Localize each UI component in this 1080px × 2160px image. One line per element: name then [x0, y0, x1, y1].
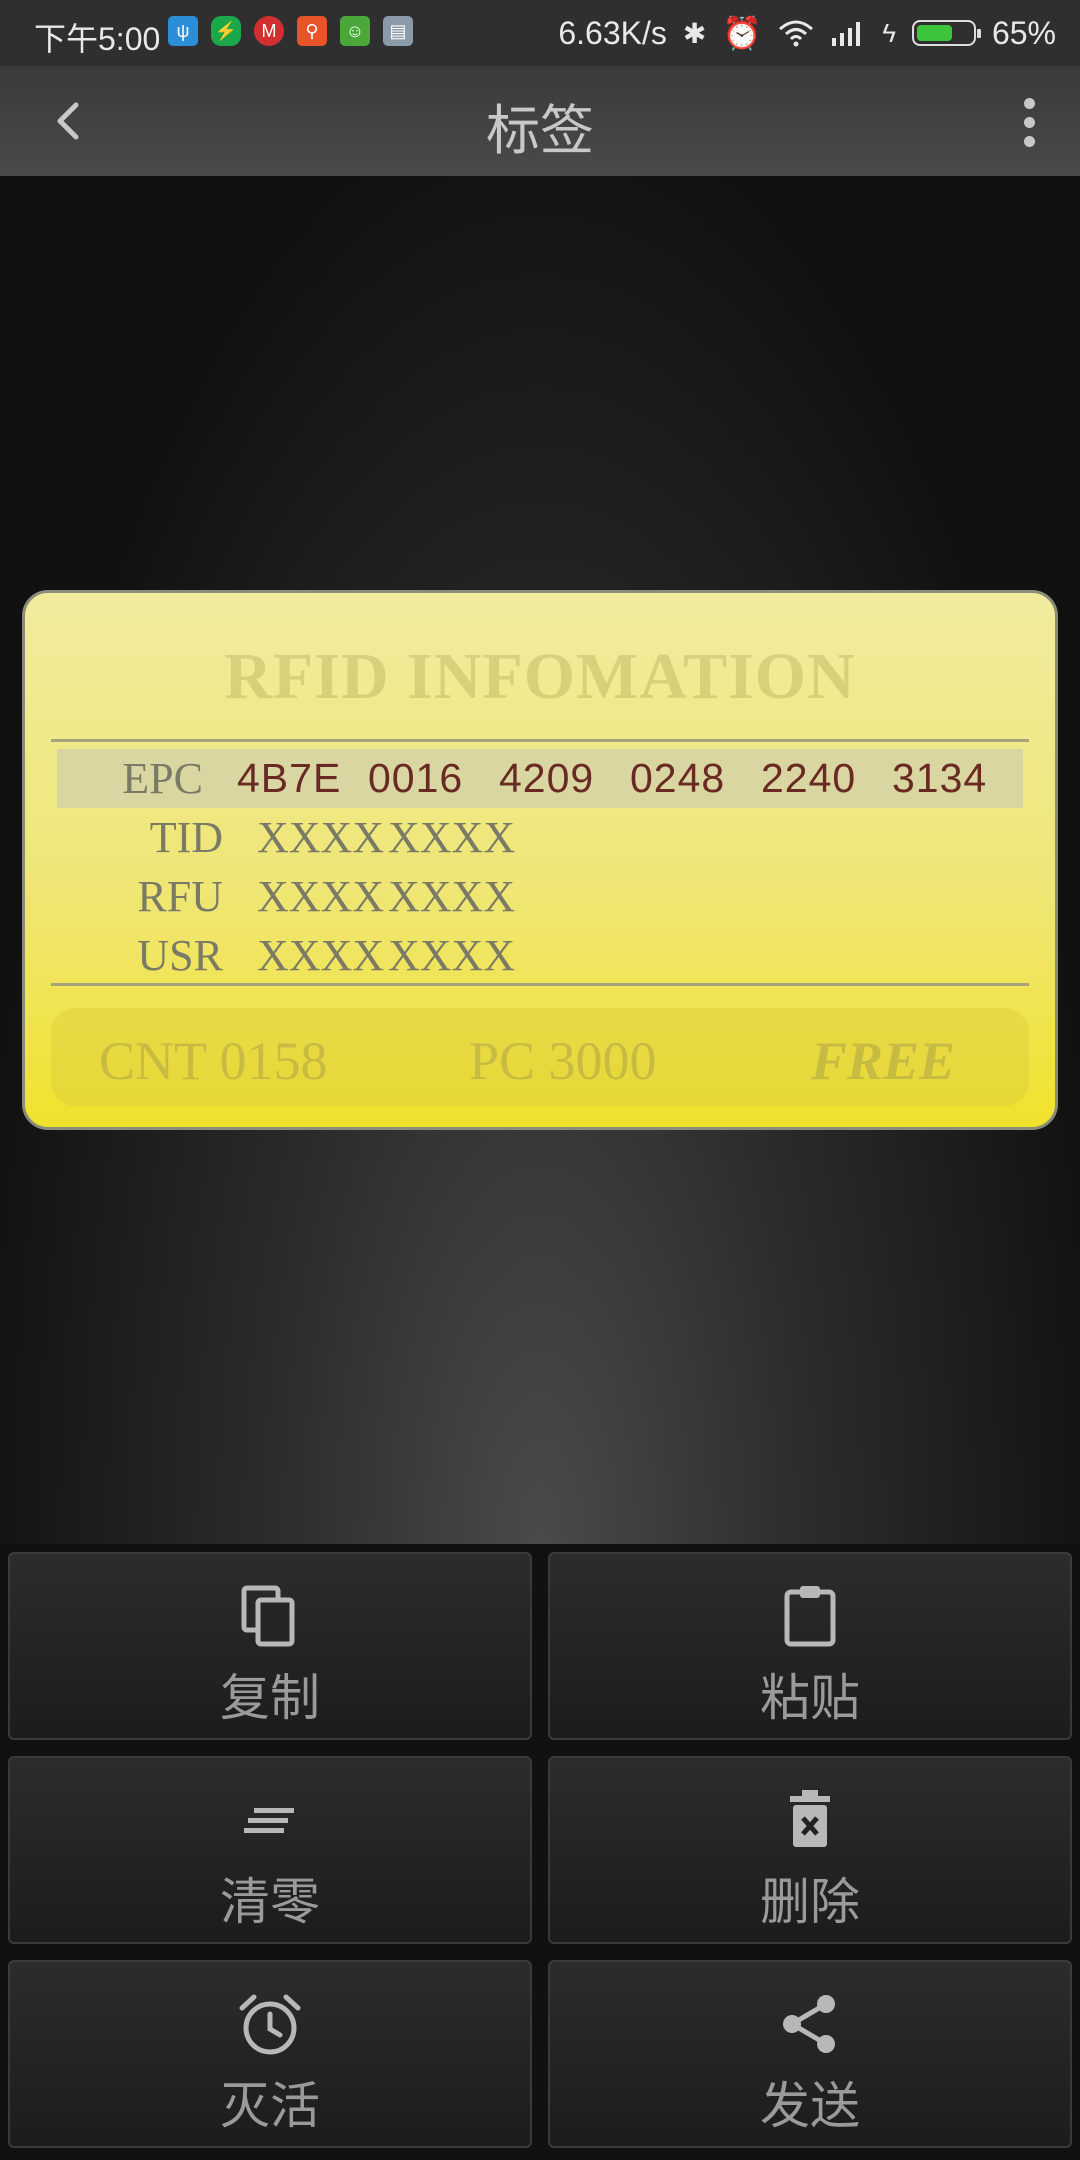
row-epc[interactable]: EPC 4B7E 0016 4209 0248 2240 3134: [57, 749, 1023, 808]
rfu-cell: XXXX: [257, 872, 385, 921]
overflow-menu-button[interactable]: [1004, 92, 1054, 152]
tid-cell: XXXX: [257, 813, 385, 862]
epc-cell: 0016: [368, 755, 464, 801]
row-rfu[interactable]: RFU XXXX XXXX: [57, 867, 1023, 926]
bluetooth-icon: ✱: [682, 17, 707, 49]
paste-button[interactable]: 粘贴: [548, 1552, 1072, 1740]
copy-label: 复制: [220, 1669, 320, 1727]
status-right: 6.63K/s ✱ ⏰ ϟ 65%: [558, 14, 1056, 52]
main-area: RFID INFOMATION EPC 4B7E 0016 4209 0248 …: [0, 176, 1080, 1544]
app-bar: 标签: [0, 66, 1080, 176]
delete-label: 删除: [760, 1873, 860, 1931]
usb-icon: ψ: [168, 16, 198, 46]
alarm-clock-icon: [239, 1994, 301, 2055]
clipboard-icon: [784, 1586, 836, 1647]
epc-cell: 4209: [499, 755, 595, 801]
robot-icon: ☺: [340, 16, 370, 46]
status-bar: 下午5:00 ψ ⚡ M ⚲ ☺ ▤ 6.63K/s ✱ ⏰ ϟ 65%: [0, 0, 1080, 66]
bike-icon: ⚲: [297, 16, 327, 46]
row-label: USR: [137, 931, 223, 980]
more-vert-icon: [1023, 97, 1035, 109]
metro-icon: M: [254, 16, 284, 46]
status-time: 下午5:00: [34, 21, 161, 57]
row-label: RFU: [137, 872, 223, 921]
page-title: 标签: [486, 99, 594, 162]
status-label: FREE: [811, 1031, 956, 1091]
network-speed: 6.63K/s: [558, 14, 667, 51]
delete-button[interactable]: 删除: [548, 1756, 1072, 1944]
divider: [51, 739, 1029, 742]
clear-button[interactable]: 清零: [8, 1756, 532, 1944]
battery-icon: [911, 20, 981, 46]
kill-button[interactable]: 灭活: [8, 1960, 532, 2148]
charging-icon: ϟ: [882, 17, 896, 48]
send-button[interactable]: 发送: [548, 1960, 1072, 2148]
notification-icons: ψ ⚡ M ⚲ ☺ ▤: [168, 16, 413, 46]
alarm-icon: ⏰: [722, 15, 763, 51]
card-title: RFID INFOMATION: [224, 640, 856, 713]
clear-lines-icon: [244, 1808, 294, 1833]
action-grid: 复制 粘贴 清零 删除 灭活 发送: [0, 1544, 1080, 2160]
pc-label: PC 3000: [469, 1031, 657, 1091]
row-usr[interactable]: USR XXXX XXXX: [57, 926, 1023, 985]
epc-cell: 0248: [630, 755, 726, 801]
send-label: 发送: [760, 2077, 860, 2135]
app-icon: ▤: [383, 16, 413, 46]
share-icon: [783, 1995, 835, 2053]
rfid-rows: EPC 4B7E 0016 4209 0248 2240 3134 TID XX…: [57, 749, 1023, 985]
rfu-cell: XXXX: [388, 872, 516, 921]
count-label: CNT 0158: [99, 1031, 328, 1091]
epc-cell: 4B7E: [237, 755, 342, 801]
delete-icon: [790, 1790, 830, 1847]
row-label: EPC: [122, 754, 203, 803]
card-footer: CNT 0158 PC 3000 FREE: [51, 1008, 1029, 1106]
signal-icon: [832, 22, 861, 46]
usr-cell: XXXX: [257, 931, 385, 980]
battery-percent: 65%: [991, 14, 1056, 51]
shield-icon: ⚡: [211, 16, 241, 46]
divider: [51, 983, 1029, 986]
row-tid[interactable]: TID XXXX XXXX: [57, 808, 1023, 867]
paste-label: 粘贴: [760, 1669, 860, 1727]
rfid-card: RFID INFOMATION EPC 4B7E 0016 4209 0248 …: [22, 590, 1058, 1130]
clear-label: 清零: [220, 1873, 320, 1931]
row-label: TID: [149, 813, 223, 862]
kill-label: 灭活: [220, 2077, 320, 2135]
copy-button[interactable]: 复制: [8, 1552, 532, 1740]
copy-icon: [241, 1585, 295, 1647]
tid-cell: XXXX: [388, 813, 516, 862]
epc-cell: 3134: [892, 755, 988, 801]
wifi-icon: [779, 20, 814, 47]
usr-cell: XXXX: [388, 931, 516, 980]
epc-cell: 2240: [761, 755, 857, 801]
